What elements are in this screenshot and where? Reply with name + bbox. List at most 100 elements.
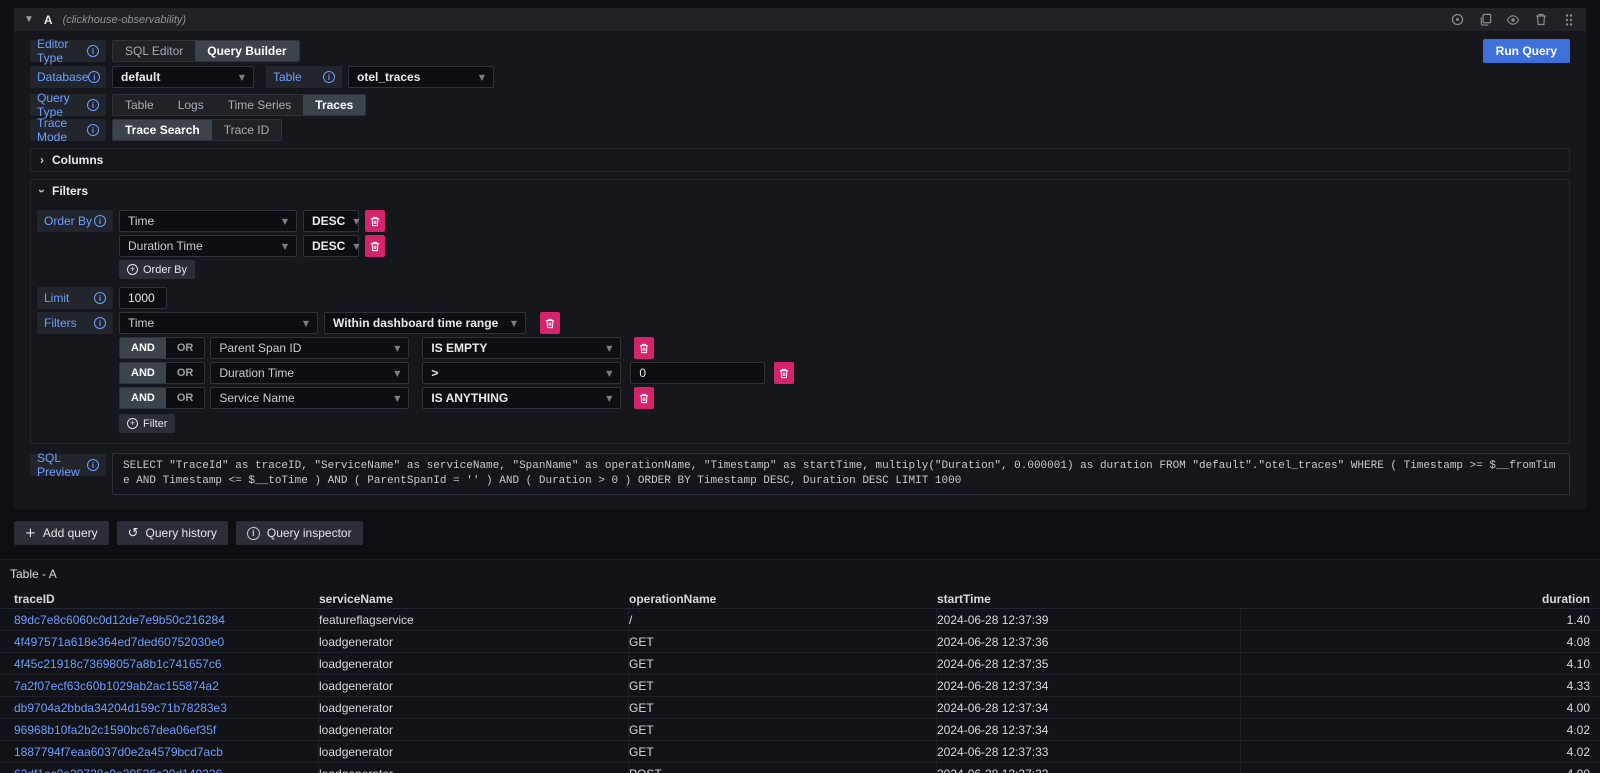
duration-cell: 4.10 [1241, 653, 1600, 674]
table-row: 4f497571a618e364ed7ded60752030e0 loadgen… [0, 631, 1600, 653]
column-header-servicename[interactable]: serviceName [319, 589, 629, 608]
trace-id-link[interactable]: 1887794f7eaa6037d0e2a4579bcd7acb [14, 741, 319, 762]
sql-preview-label: SQL Preview [30, 454, 106, 476]
column-header-starttime[interactable]: startTime [937, 589, 1241, 608]
database-info-icon[interactable] [88, 71, 100, 83]
limit-info-icon[interactable] [94, 292, 106, 304]
condition-operator-select-0[interactable]: IS EMPTY▼ [422, 337, 621, 359]
panel-title[interactable]: Table - A [0, 560, 1600, 589]
add-query-button[interactable]: + Add query [14, 521, 109, 545]
table-select[interactable]: otel_traces▼ [348, 66, 494, 88]
table-info-icon[interactable] [323, 71, 335, 83]
history-icon: ↺ [128, 527, 139, 540]
condition-field-select-0[interactable]: Parent Span ID▼ [210, 337, 409, 359]
service-name-cell: loadgenerator [319, 741, 629, 762]
trace-id-link[interactable]: 62df1ec9a29728c9e29536c20d140226 [14, 763, 319, 773]
condition-field-select-2[interactable]: Service Name▼ [210, 387, 409, 409]
trace-mode-option-trace-search[interactable]: Trace Search [113, 120, 212, 140]
drag-handle-icon[interactable] [1562, 13, 1576, 27]
run-query-button[interactable]: Run Query [1483, 39, 1570, 63]
limit-label: Limit [37, 287, 113, 309]
filter-time-field-select[interactable]: Time▼ [119, 312, 318, 334]
column-header-traceid[interactable]: traceID [14, 589, 319, 608]
duration-cell: 4.33 [1241, 675, 1600, 696]
columns-collapse-chevron-icon: › [40, 153, 44, 167]
remove-query-trash-icon[interactable] [1534, 13, 1548, 27]
trace-id-link[interactable]: 96968b10fa2b2c1590bc67dea06ef35f [14, 719, 319, 740]
trace-mode-option-trace-id[interactable]: Trace ID [212, 120, 282, 140]
condition-operator-select-1[interactable]: >▼ [422, 362, 621, 384]
order-by-field-select-0[interactable]: Time▼ [119, 210, 297, 232]
duration-cell: 1.40 [1241, 609, 1600, 630]
query-type-option-logs[interactable]: Logs [166, 95, 216, 115]
trace-id-link[interactable]: 89dc7e8c6060c0d12de7e9b50c216284 [14, 609, 319, 630]
query-type-option-traces[interactable]: Traces [303, 95, 365, 115]
operation-name-cell: GET [629, 697, 937, 718]
condition-remove-trash-icon-0[interactable] [634, 337, 654, 359]
add-order-by-button[interactable]: Order By [119, 260, 195, 279]
order-by-remove-trash-icon-1[interactable] [365, 235, 385, 257]
condition-remove-trash-icon-2[interactable] [634, 387, 654, 409]
query-type-info-icon[interactable] [87, 99, 99, 111]
condition-and-option-1[interactable]: AND [120, 363, 166, 383]
operation-name-cell: GET [629, 653, 937, 674]
service-name-cell: loadgenerator [319, 653, 629, 674]
query-type-option-table[interactable]: Table [113, 95, 166, 115]
table-row: 4f45c21918c73698057a8b1c741657c6 loadgen… [0, 653, 1600, 675]
trace-table-header: traceID serviceName operationName startT… [0, 589, 1600, 609]
start-time-cell: 2024-06-28 12:37:34 [937, 719, 1241, 740]
limit-input[interactable]: 1000 [119, 287, 167, 309]
editor-type-info-icon[interactable] [87, 45, 99, 57]
query-history-button[interactable]: ↺ Query history [117, 521, 228, 545]
trace-mode-toggle: Trace Search Trace ID [112, 119, 282, 141]
table-row: 62df1ec9a29728c9e29536c20d140226 loadgen… [0, 763, 1600, 773]
service-name-cell: loadgenerator [319, 631, 629, 652]
order-by-info-icon[interactable] [94, 215, 106, 227]
order-by-field-select-1[interactable]: Duration Time▼ [119, 235, 297, 257]
trace-mode-info-icon[interactable] [87, 124, 99, 136]
trace-id-link[interactable]: db9704a2bbda34204d159c71b78283e3 [14, 697, 319, 718]
table-label: Table [266, 66, 342, 88]
filter-time-remove-trash-icon[interactable] [540, 312, 560, 334]
condition-remove-trash-icon-1[interactable] [774, 362, 794, 384]
trace-id-link[interactable]: 7a2f07ecf63c60b1029ab2ac155874a2 [14, 675, 319, 696]
order-by-label: Order By [37, 210, 113, 232]
start-time-cell: 2024-06-28 12:37:32 [937, 763, 1241, 773]
duplicate-query-icon[interactable] [1478, 13, 1492, 27]
editor-type-option-sql-editor[interactable]: SQL Editor [113, 41, 195, 61]
collapse-query-chevron-icon[interactable]: ▼ [24, 14, 34, 25]
filters-info-icon[interactable] [94, 317, 106, 329]
query-type-option-time-series[interactable]: Time Series [216, 95, 304, 115]
order-by-direction-select-0[interactable]: DESC▼ [303, 210, 359, 232]
query-help-icon[interactable] [1450, 13, 1464, 27]
condition-and-option-2[interactable]: AND [120, 388, 166, 408]
column-header-operationname[interactable]: operationName [629, 589, 937, 608]
hide-response-eye-icon[interactable] [1506, 13, 1520, 27]
filter-time-operator-select[interactable]: Within dashboard time range▼ [324, 312, 526, 334]
filters-collapse-chevron-icon: › [35, 189, 49, 193]
table-row: db9704a2bbda34204d159c71b78283e3 loadgen… [0, 697, 1600, 719]
condition-field-select-1[interactable]: Duration Time▼ [210, 362, 409, 384]
query-inspector-button[interactable]: Query inspector [236, 521, 363, 545]
column-header-duration[interactable]: duration [1241, 589, 1600, 608]
condition-or-option-0[interactable]: OR [166, 338, 205, 358]
plus-icon: + [25, 527, 36, 540]
condition-value-input-1[interactable]: 0 [630, 362, 765, 384]
sql-preview-info-icon[interactable] [87, 459, 99, 471]
database-select[interactable]: default▼ [112, 66, 254, 88]
condition-operator-select-2[interactable]: IS ANYTHING▼ [422, 387, 621, 409]
editor-type-option-query-builder[interactable]: Query Builder [195, 41, 298, 61]
trace-id-link[interactable]: 4f497571a618e364ed7ded60752030e0 [14, 631, 319, 652]
condition-or-option-1[interactable]: OR [166, 363, 205, 383]
order-by-direction-select-1[interactable]: DESC▼ [303, 235, 359, 257]
condition-and-option-0[interactable]: AND [120, 338, 166, 358]
trace-id-link[interactable]: 4f45c21918c73698057a8b1c741657c6 [14, 653, 319, 674]
start-time-cell: 2024-06-28 12:37:34 [937, 697, 1241, 718]
add-filter-button[interactable]: Filter [119, 414, 175, 433]
order-by-remove-trash-icon-0[interactable] [365, 210, 385, 232]
condition-or-option-2[interactable]: OR [166, 388, 205, 408]
columns-section-header[interactable]: › Columns [31, 149, 1569, 171]
filters-section-header[interactable]: › Filters [31, 180, 1569, 202]
query-row-header[interactable]: ▼ A (clickhouse-observability) [14, 8, 1586, 31]
sql-preview-text: SELECT "TraceId" as traceID, "ServiceNam… [112, 453, 1570, 495]
